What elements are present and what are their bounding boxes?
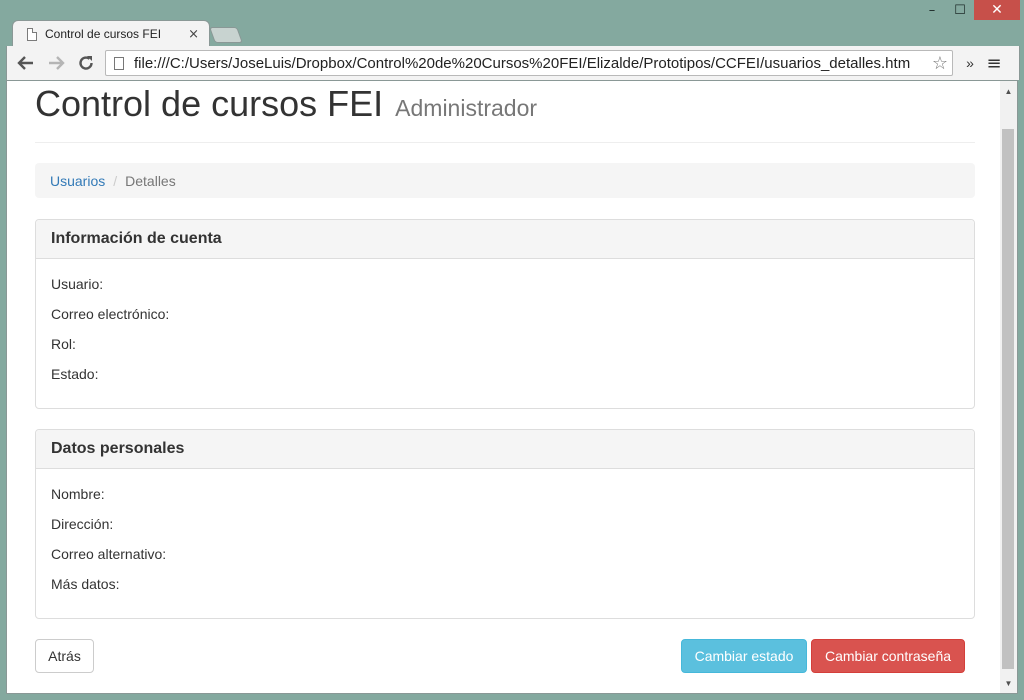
page-title: Control de cursos FEI Administrador bbox=[35, 83, 537, 125]
page-icon bbox=[114, 56, 124, 70]
scrollbar-thumb[interactable] bbox=[1002, 129, 1014, 669]
extensions-overflow-button[interactable]: » bbox=[959, 55, 981, 71]
maximize-icon[interactable]: ☐ bbox=[946, 0, 974, 20]
forward-arrow-icon[interactable] bbox=[43, 50, 69, 76]
breadcrumb-separator: / bbox=[113, 172, 118, 189]
back-arrow-icon[interactable] bbox=[13, 50, 39, 76]
breadcrumb: Usuarios / Detalles bbox=[35, 163, 975, 198]
browser-menu-icon[interactable]: ≡ bbox=[981, 53, 1007, 74]
personal-data-panel: Datos personales Nombre: Dirección: Corr… bbox=[35, 429, 975, 619]
panel-body: Nombre: Dirección: Correo alternativo: M… bbox=[36, 469, 974, 601]
page-content: Control de cursos FEI Administrador Usua… bbox=[35, 81, 975, 673]
page-subtitle: Administrador bbox=[395, 95, 538, 121]
address-bar[interactable]: file:///C:/Users/JoseLuis/Dropbox/Contro… bbox=[105, 50, 953, 76]
window-controls: – ☐ ✕ bbox=[918, 0, 1020, 22]
page-title-text: Control de cursos FEI bbox=[35, 83, 384, 124]
new-tab-button[interactable] bbox=[209, 27, 243, 43]
url-text[interactable]: file:///C:/Users/JoseLuis/Dropbox/Contro… bbox=[134, 55, 932, 72]
scroll-down-arrow-icon[interactable]: ▼ bbox=[1000, 675, 1017, 691]
panel-heading: Información de cuenta bbox=[36, 220, 974, 259]
reload-icon[interactable] bbox=[73, 50, 99, 76]
scroll-up-arrow-icon[interactable]: ▲ bbox=[1000, 83, 1017, 99]
field-correo-alternativo: Correo alternativo: bbox=[51, 546, 167, 562]
field-rol: Rol: bbox=[51, 336, 76, 352]
document-icon bbox=[27, 27, 37, 41]
close-window-icon[interactable]: ✕ bbox=[974, 0, 1020, 20]
field-mas-datos: Más datos: bbox=[51, 576, 120, 592]
field-nombre: Nombre: bbox=[51, 486, 105, 502]
minimize-icon[interactable]: – bbox=[918, 0, 946, 20]
browser-tab[interactable]: Control de cursos FEI × bbox=[12, 20, 210, 47]
account-info-panel: Información de cuenta Usuario: Correo el… bbox=[35, 219, 975, 409]
bookmark-star-icon[interactable]: ☆ bbox=[932, 53, 948, 74]
field-estado: Estado: bbox=[51, 366, 99, 382]
panel-body: Usuario: Correo electrónico: Rol: Estado… bbox=[36, 259, 974, 391]
tab-close-icon[interactable]: × bbox=[188, 27, 199, 42]
tab-title: Control de cursos FEI bbox=[45, 27, 162, 41]
change-status-button[interactable]: Cambiar estado bbox=[681, 639, 807, 673]
breadcrumb-link-usuarios[interactable]: Usuarios bbox=[50, 173, 105, 189]
field-correo: Correo electrónico: bbox=[51, 306, 170, 322]
back-button[interactable]: Atrás bbox=[35, 639, 94, 673]
page-header: Control de cursos FEI Administrador bbox=[35, 81, 975, 143]
panel-heading: Datos personales bbox=[36, 430, 974, 469]
browser-toolbar: file:///C:/Users/JoseLuis/Dropbox/Contro… bbox=[6, 46, 1020, 80]
browser-window: – ☐ ✕ Control de cursos FEI × file:///C:… bbox=[0, 0, 1024, 700]
page-viewport: Control de cursos FEI Administrador Usua… bbox=[6, 80, 1018, 694]
change-password-button[interactable]: Cambiar contraseña bbox=[811, 639, 965, 673]
field-usuario: Usuario: bbox=[51, 276, 104, 292]
breadcrumb-current: Detalles bbox=[125, 172, 176, 189]
field-direccion: Dirección: bbox=[51, 516, 114, 532]
vertical-scrollbar[interactable]: ▲ ▼ bbox=[1000, 81, 1017, 693]
